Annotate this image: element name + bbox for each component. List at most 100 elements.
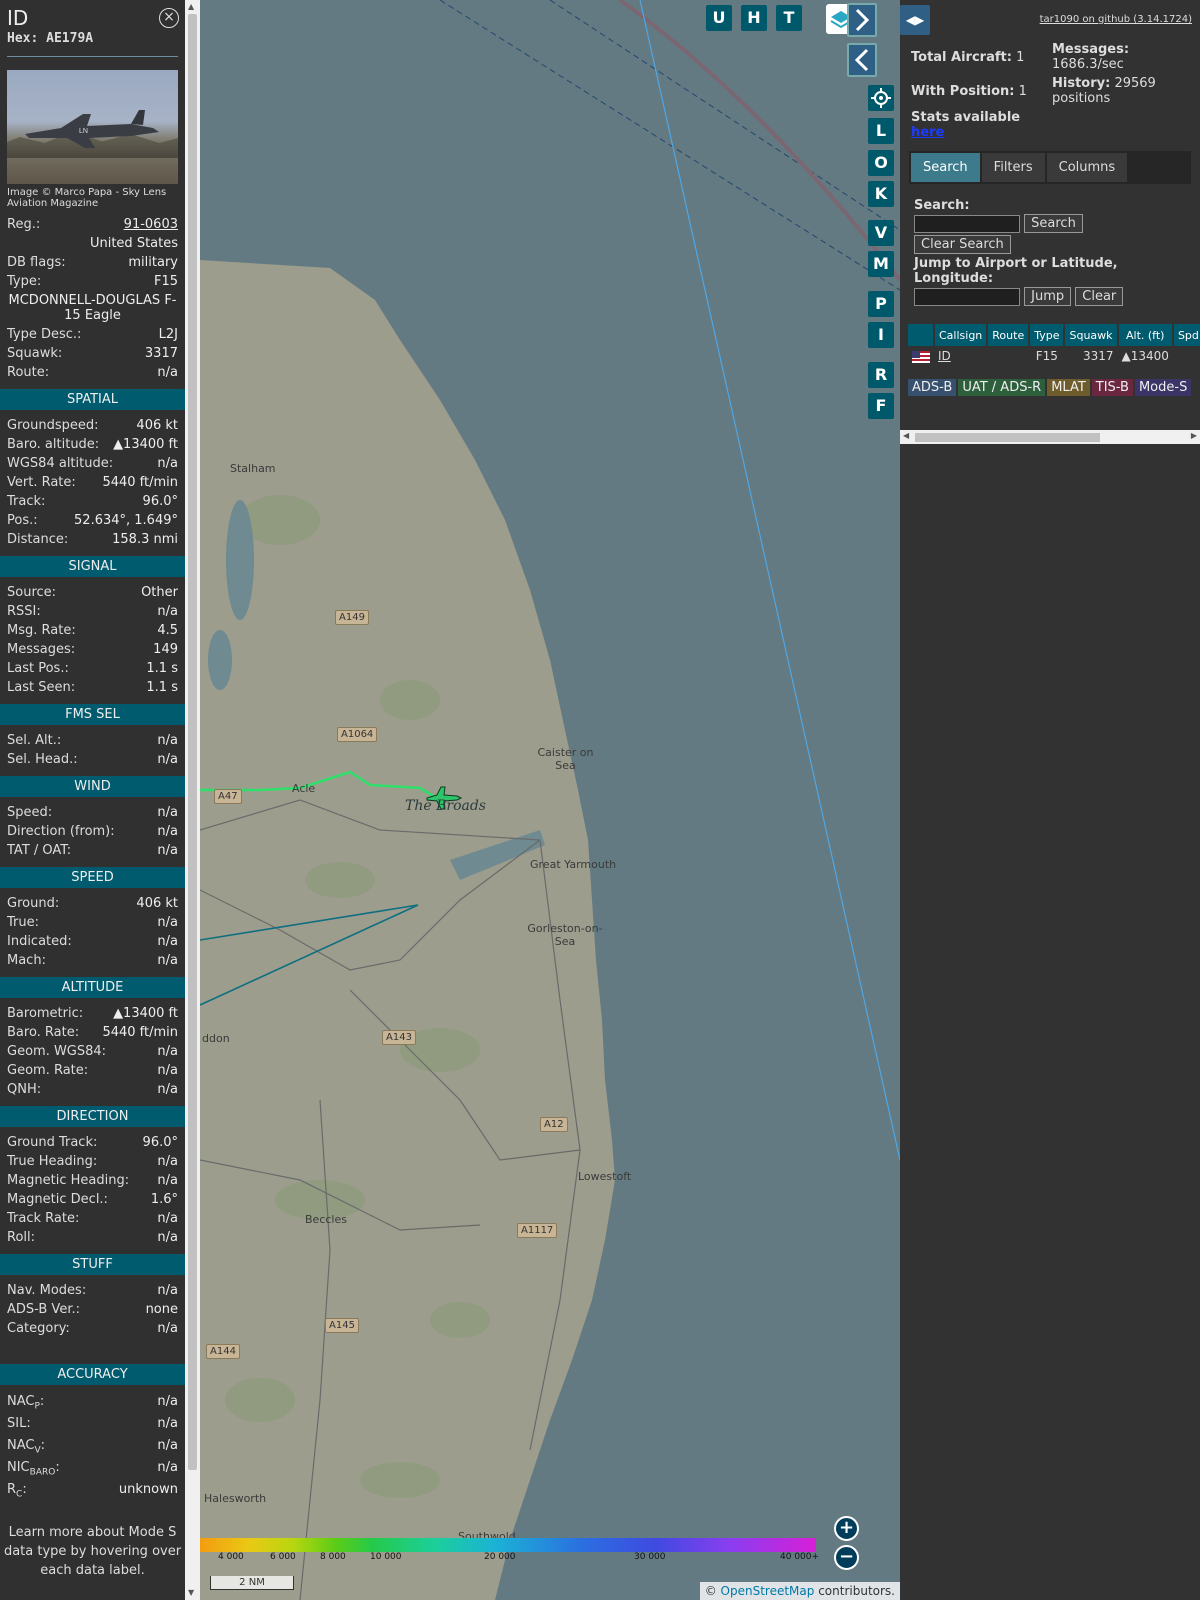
type-label[interactable]: Type:	[7, 272, 41, 291]
map-button-i[interactable]: I	[868, 322, 894, 348]
map-button-t[interactable]: T	[776, 5, 802, 31]
col-route[interactable]: Route	[987, 324, 1031, 346]
zoom-out-button[interactable]: −	[834, 1545, 859, 1570]
scroll-left-icon[interactable]: ◀	[903, 431, 909, 440]
info-row-label[interactable]: Sel. Head.:	[7, 750, 78, 769]
clear-search-button[interactable]: Clear Search	[914, 235, 1011, 254]
aircraft-photo[interactable]: LN	[7, 70, 178, 184]
table-horizontal-scrollbar[interactable]: ◀ ▶	[900, 430, 1200, 444]
col-type[interactable]: Type	[1029, 324, 1066, 346]
tab-columns[interactable]: Columns	[1046, 153, 1128, 182]
scrollbar-thumb[interactable]	[188, 14, 197, 1470]
section-header-wind[interactable]: WIND	[0, 776, 185, 797]
section-header-signal[interactable]: SIGNAL	[0, 556, 185, 577]
info-row-label[interactable]: Geom. WGS84:	[7, 1042, 106, 1061]
row-callsign[interactable]: ID	[934, 346, 987, 366]
info-row-label[interactable]: Ground Track:	[7, 1133, 97, 1152]
table-row[interactable]: ID F15 3317 ▲13400	[908, 346, 1200, 366]
map-button-v[interactable]: V	[868, 220, 894, 246]
info-row-label[interactable]: Sel. Alt.:	[7, 731, 61, 750]
info-row-label[interactable]: Category:	[7, 1319, 70, 1338]
info-row-label[interactable]: Source:	[7, 583, 56, 602]
info-row-label[interactable]: Ground:	[7, 894, 59, 913]
search-button[interactable]: Search	[1024, 214, 1083, 233]
jump-input[interactable]	[914, 287, 1020, 306]
map-button-m[interactable]: M	[868, 251, 894, 277]
info-row-label[interactable]: Geom. Rate:	[7, 1061, 88, 1080]
info-row-label[interactable]: Track:	[7, 492, 45, 511]
col-altitude[interactable]: Alt. (ft)	[1117, 324, 1174, 346]
settings-gear-icon[interactable]	[868, 85, 894, 111]
hscroll-thumb[interactable]	[915, 433, 1100, 442]
tab-search[interactable]: Search	[911, 153, 980, 182]
scroll-up-icon[interactable]: ▲	[188, 2, 194, 11]
section-header-stuff[interactable]: STUFF	[0, 1254, 185, 1275]
close-icon[interactable]: ×	[159, 8, 179, 28]
squawk-label[interactable]: Squawk:	[7, 344, 62, 363]
expand-collapse-icon[interactable]: ◀▶	[900, 5, 930, 35]
col-squawk[interactable]: Squawk	[1064, 324, 1119, 346]
info-row-label[interactable]: Baro. altitude:	[7, 435, 99, 454]
map-button-f[interactable]: F	[868, 393, 894, 419]
section-header-fms[interactable]: FMS SEL	[0, 704, 185, 725]
info-row-label[interactable]: QNH:	[7, 1080, 41, 1099]
info-row-label[interactable]: Speed:	[7, 803, 52, 822]
col-flag[interactable]	[908, 324, 935, 346]
map-button-l[interactable]: L	[868, 118, 894, 144]
info-row-label[interactable]: TAT / OAT:	[7, 841, 71, 860]
info-row-label[interactable]: ADS-B Ver.:	[7, 1300, 80, 1319]
map-view[interactable]: Stalham Caister on Sea Acle Great Yarmou…	[200, 0, 900, 1600]
search-input[interactable]	[914, 214, 1020, 233]
info-row-label[interactable]: Baro. Rate:	[7, 1023, 79, 1042]
section-header-direction[interactable]: DIRECTION	[0, 1106, 185, 1127]
info-row-label[interactable]: Barometric:	[7, 1004, 83, 1023]
info-row-label[interactable]: True:	[7, 913, 39, 932]
version-link[interactable]: tar1090 on github (3.14.1724)	[1040, 14, 1192, 25]
route-label[interactable]: Route:	[7, 363, 49, 382]
info-row-label[interactable]: Nav. Modes:	[7, 1281, 86, 1300]
map-button-p[interactable]: P	[868, 291, 894, 317]
zoom-in-button[interactable]: +	[834, 1516, 859, 1541]
info-row-label[interactable]: Vert. Rate:	[7, 473, 76, 492]
info-row-label[interactable]: Distance:	[7, 530, 68, 549]
info-row-label[interactable]: RC:	[7, 1479, 27, 1506]
dbflags-label[interactable]: DB flags:	[7, 253, 66, 272]
section-header-speed[interactable]: SPEED	[0, 867, 185, 888]
scroll-down-icon[interactable]: ▼	[188, 1588, 194, 1597]
map-button-o[interactable]: O	[868, 150, 894, 176]
info-row-label[interactable]: Pos.:	[7, 511, 38, 530]
prev-arrow-icon[interactable]	[847, 43, 877, 77]
osm-link[interactable]: OpenStreetMap	[721, 1584, 815, 1598]
info-row-label[interactable]: Last Seen:	[7, 678, 75, 697]
info-row-label[interactable]: Last Pos.:	[7, 659, 69, 678]
info-row-label[interactable]: WGS84 altitude:	[7, 454, 113, 473]
tab-filters[interactable]: Filters	[981, 153, 1045, 182]
stats-here-link[interactable]: here	[911, 125, 944, 140]
info-row-label[interactable]: Indicated:	[7, 932, 72, 951]
next-arrow-icon[interactable]	[847, 3, 877, 37]
section-header-altitude[interactable]: ALTITUDE	[0, 977, 185, 998]
section-header-spatial[interactable]: SPATIAL	[0, 389, 185, 410]
info-row-label[interactable]: RSSI:	[7, 602, 41, 621]
col-speed[interactable]: Spd	[1172, 324, 1200, 346]
section-header-accuracy[interactable]: ACCURACY	[0, 1364, 185, 1385]
info-row-label[interactable]: Track Rate:	[7, 1209, 79, 1228]
jump-button[interactable]: Jump	[1024, 287, 1072, 306]
info-row-label[interactable]: Mach:	[7, 951, 46, 970]
col-callsign[interactable]: Callsign	[934, 324, 989, 346]
info-row-label[interactable]: Messages:	[7, 640, 75, 659]
typedesc-label[interactable]: Type Desc.:	[7, 325, 81, 344]
info-row-label[interactable]: True Heading:	[7, 1152, 97, 1171]
map-button-u[interactable]: U	[706, 5, 732, 31]
info-row-label[interactable]: Magnetic Heading:	[7, 1171, 129, 1190]
info-panel-scrollbar[interactable]: ▲ ▼	[185, 0, 200, 1600]
map-button-k[interactable]: K	[868, 181, 894, 207]
info-row-label[interactable]: Roll:	[7, 1228, 35, 1247]
info-row-label[interactable]: Magnetic Decl.:	[7, 1190, 108, 1209]
clear-jump-button[interactable]: Clear	[1075, 287, 1124, 306]
info-row-label[interactable]: Msg. Rate:	[7, 621, 76, 640]
scroll-right-icon[interactable]: ▶	[1191, 431, 1197, 440]
map-button-h[interactable]: H	[741, 5, 767, 31]
reg-link[interactable]: 91-0603	[124, 215, 178, 234]
info-row-label[interactable]: SIL:	[7, 1413, 31, 1435]
